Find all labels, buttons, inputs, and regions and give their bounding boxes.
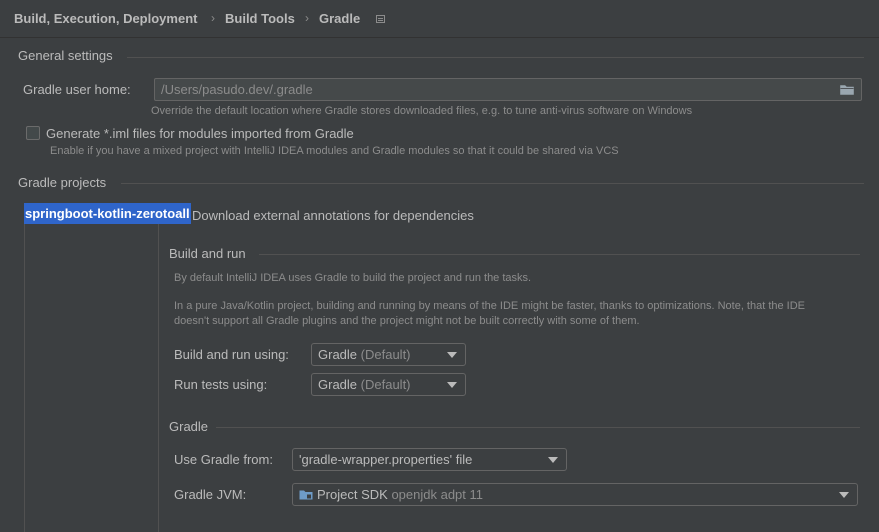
gradle-section-title: Gradle [169,419,209,434]
gradle-projects-list [24,203,159,532]
breadcrumb-item-gradle: Gradle [319,11,361,26]
gradle-user-home-label: Gradle user home: [23,82,131,97]
run-tests-using-label: Run tests using: [174,377,268,392]
download-annotations-label[interactable]: Download external annotations for depend… [192,208,474,223]
generate-iml-checkbox[interactable] [26,126,40,140]
gradle-projects-title: Gradle projects [18,175,107,190]
build-and-run-note-line2: doesn't support all Gradle plugins and t… [174,315,640,327]
build-run-using-default: (Default) [360,347,411,362]
breadcrumb-bar: Build, Execution, Deployment › Build Too… [0,0,879,38]
build-and-run-note-line1: In a pure Java/Kotlin project, building … [174,300,806,312]
gradle-jvm-detail: openjdk adpt 11 [391,487,483,502]
chevron-down-icon [447,382,457,388]
gradle-jvm-value: Project SDK [317,487,388,502]
use-gradle-from-value: 'gradle-wrapper.properties' file [299,452,473,467]
breadcrumb-item-build-tools[interactable]: Build Tools [225,11,295,26]
build-run-using-dropdown[interactable]: Gradle (Default) [311,343,466,366]
build-and-run-description: By default IntelliJ IDEA uses Gradle to … [174,272,532,284]
chevron-down-icon [548,457,558,463]
run-tests-using-default: (Default) [360,377,411,392]
gradle-user-home-field [154,78,862,101]
project-list-item[interactable]: springboot-kotlin-zerotoall [24,203,191,224]
breadcrumb-separator: › [211,11,215,25]
sdk-folder-icon [299,490,313,500]
section-divider [216,427,860,428]
generate-iml-hint: Enable if you have a mixed project with … [50,145,619,157]
generate-iml-label[interactable]: Generate *.iml files for modules importe… [46,126,354,141]
breadcrumb-separator: › [305,11,309,25]
use-gradle-from-label: Use Gradle from: [174,452,273,467]
build-and-run-title: Build and run [169,246,246,261]
section-divider [259,254,860,255]
build-run-using-value: Gradle [318,347,358,362]
use-gradle-from-dropdown[interactable]: 'gradle-wrapper.properties' file [292,448,567,471]
section-divider [127,57,864,58]
gradle-user-home-hint: Override the default location where Grad… [151,105,693,117]
gradle-jvm-label: Gradle JVM: [174,487,247,502]
breadcrumb-item-build-execution[interactable]: Build, Execution, Deployment [14,11,197,26]
run-tests-using-value: Gradle [318,377,358,392]
gradle-jvm-dropdown[interactable]: Project SDK openjdk adpt 11 [292,483,858,506]
general-settings-title: General settings [18,48,113,63]
chevron-down-icon [447,352,457,358]
section-divider [121,183,864,184]
chevron-down-icon [839,492,849,498]
gradle-user-home-input[interactable] [155,79,835,100]
run-tests-using-dropdown[interactable]: Gradle (Default) [311,373,466,396]
layout-icon[interactable] [376,15,385,23]
build-run-using-label: Build and run using: [174,347,289,362]
folder-icon[interactable] [840,84,854,95]
